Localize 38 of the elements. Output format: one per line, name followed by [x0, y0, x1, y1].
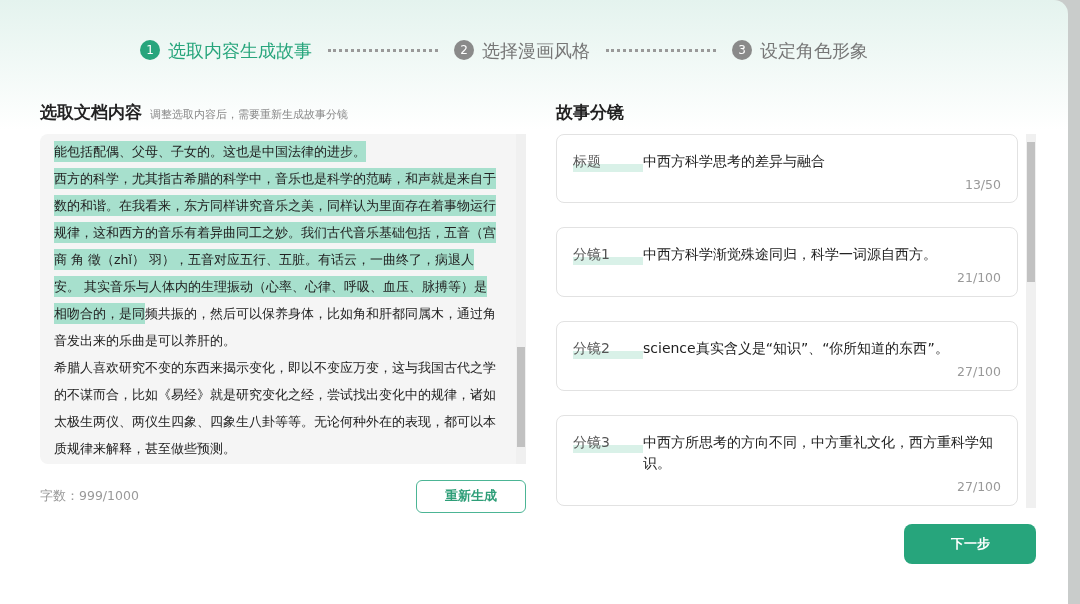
selected-text: 数的和谐。在我看来，东方同样讲究音乐之美，同样认为里面存在着事物运行	[54, 194, 496, 216]
text-line: 希腊人喜欢研究不变的东西来揭示变化，即以不变应万变，这与我国古代之学	[54, 359, 496, 375]
selected-text: 规律，这和西方的音乐有着异曲同工之妙。我们古代音乐基础包括，五音（宫	[54, 221, 496, 243]
panel-label: 分镜2	[573, 338, 643, 359]
panel-text-field[interactable]: 中西方科学思考的差异与融合	[643, 150, 1001, 172]
step-number: 3	[732, 40, 752, 60]
text-line: 音发出来的乐曲是可以养肝的。	[54, 332, 236, 348]
step-number: 2	[454, 40, 474, 60]
char-count: 27/100	[957, 478, 1001, 494]
selected-text: 相吻合的，是同	[54, 302, 145, 324]
panel-text-field[interactable]: science真实含义是“知识”、“你所知道的东西”。	[643, 338, 1001, 359]
panel-text-field[interactable]: 中西方科学渐觉殊途同归，科学一词源自西方。	[643, 244, 1001, 266]
selected-text: 西方的科学，尤其指古希腊的科学中，音乐也是科学的范畴，和声就是来自于	[54, 167, 496, 189]
panel-label: 分镜1	[573, 244, 643, 266]
section-title: 选取文档内容	[40, 101, 142, 124]
char-count: 27/100	[957, 364, 1001, 379]
word-count: 字数：999/1000	[40, 486, 139, 505]
hint-text: 调整选取内容后，需要重新生成故事分镜	[150, 107, 348, 123]
step-label[interactable]: 选取内容生成故事	[168, 36, 312, 64]
text-line: 太极生两仪、两仪生四象、四象生八卦等等。无论何种外在的表现，都可以本	[54, 413, 496, 429]
regenerate-button[interactable]: 重新生成	[416, 479, 526, 513]
selected-text: 安。 其实音乐与人体内的生理振动（心率、心律、呼吸、血压、脉搏等）是	[54, 275, 487, 297]
document-text-area[interactable]	[40, 133, 526, 464]
scrollbar[interactable]	[516, 133, 526, 464]
selected-text: 能包括配偶、父母、子女的。这也是中国法律的进步。	[54, 140, 366, 162]
next-button[interactable]: 下一步	[904, 523, 1036, 564]
char-count: 21/100	[957, 270, 1001, 286]
selected-text: 商 角 徵（zhǐ） 羽），五音对应五行、五脏。有话云，一曲终了，病退人	[54, 248, 474, 270]
text-line: 的不谋而合，比如《易经》就是研究变化之经，尝试找出变化中的规律，诸如	[54, 386, 496, 402]
step-label[interactable]: 设定角色形象	[760, 36, 868, 64]
scrollbar[interactable]	[1026, 133, 1036, 508]
step-label[interactable]: 选择漫画风格	[482, 36, 590, 64]
text-line: 质规律来解释，甚至做些预测。	[54, 440, 236, 456]
panel-text-field[interactable]: 中西方所思考的方向不同，中方重礼文化，西方重科学知识。	[643, 431, 1001, 474]
step-number: 1	[140, 40, 160, 60]
section-title: 故事分镜	[556, 101, 625, 124]
char-count: 13/50	[964, 176, 1001, 192]
text-line: 频共振的，然后可以保养身体，比如角和肝都同属木，通过角	[145, 305, 496, 321]
